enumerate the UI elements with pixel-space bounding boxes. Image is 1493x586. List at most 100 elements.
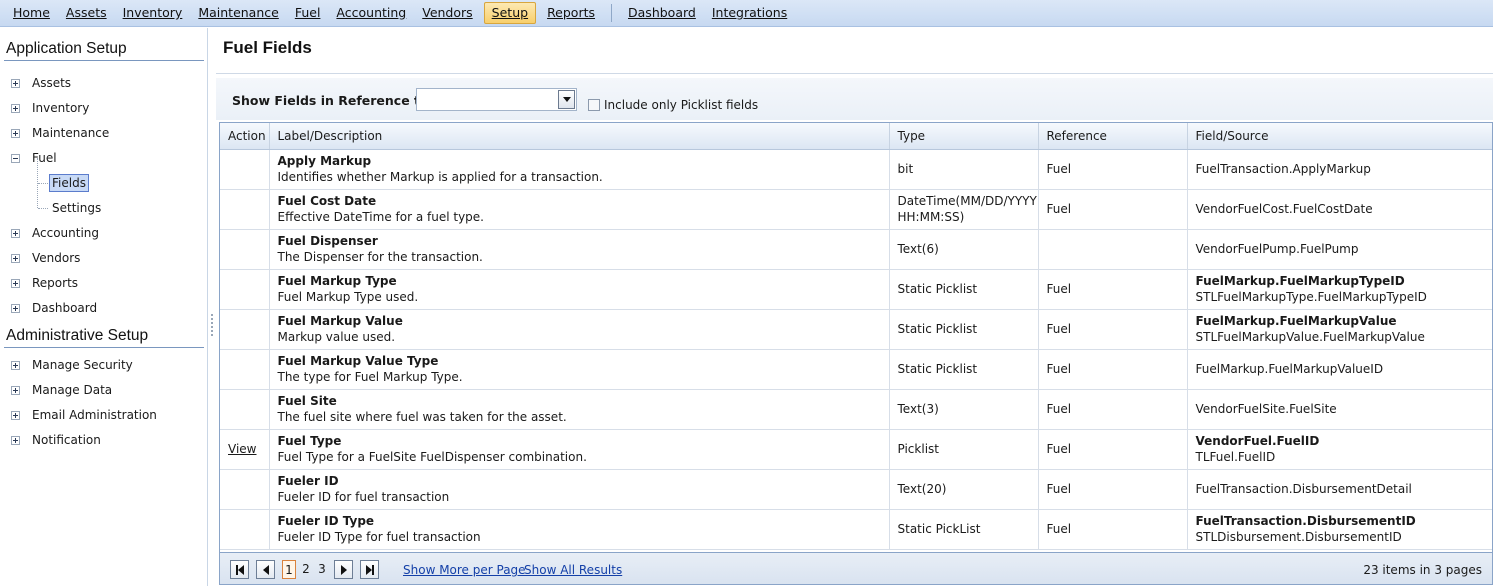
table-row[interactable]: Fuel Dispenser The Dispenser for the tran… bbox=[220, 229, 1492, 270]
expand-icon[interactable] bbox=[11, 360, 20, 370]
tree-item-maintenance[interactable]: Maintenance bbox=[11, 123, 109, 143]
cell-reference: Fuel bbox=[1038, 389, 1188, 430]
cell-action bbox=[220, 149, 270, 190]
tree-item-label: Maintenance bbox=[32, 126, 110, 140]
expand-icon[interactable] bbox=[11, 435, 20, 445]
tree-item-manage-security[interactable]: Manage Security bbox=[11, 355, 133, 375]
cell-reference bbox=[1038, 229, 1188, 270]
main-content: Fuel Fields Show Fields in Reference to:… bbox=[216, 28, 1493, 586]
column-header-field-source[interactable]: Field/Source bbox=[1187, 123, 1492, 150]
cell-type: DateTime(MM/DD/YYYY HH:MM:SS) bbox=[889, 189, 1039, 230]
tree-item-assets[interactable]: Assets bbox=[11, 73, 71, 93]
chevron-down-icon[interactable] bbox=[558, 90, 575, 109]
field-source-primary: FuelTransaction.ApplyMarkup bbox=[1195, 162, 1371, 176]
expand-icon[interactable] bbox=[11, 228, 20, 238]
tree-item-label: Notification bbox=[32, 433, 101, 447]
view-link[interactable]: View bbox=[228, 442, 256, 456]
menu-item-vendors[interactable]: Vendors bbox=[414, 2, 480, 24]
last-page-icon bbox=[371, 564, 374, 575]
cell-type: Text(6) bbox=[889, 229, 1039, 270]
cell-label-description: Fuel Site The fuel site where fuel was ta… bbox=[269, 389, 890, 430]
menu-item-inventory[interactable]: Inventory bbox=[115, 2, 191, 24]
table-row[interactable]: Fuel Cost Date Effective DateTime for a f… bbox=[220, 189, 1492, 230]
tree-item-fuel[interactable]: Fuel bbox=[11, 148, 57, 168]
page-number-1[interactable]: 1 bbox=[282, 560, 296, 579]
tree-item-accounting[interactable]: Accounting bbox=[11, 223, 99, 243]
field-label: Fuel Markup Value Type bbox=[277, 354, 439, 368]
picklist-only-checkbox[interactable] bbox=[588, 99, 600, 111]
field-source-primary: VendorFuelPump.FuelPump bbox=[1195, 242, 1359, 256]
table-row[interactable]: View Fuel Type Fuel Type for a FuelSite Fu… bbox=[220, 429, 1492, 470]
column-header-reference[interactable]: Reference bbox=[1038, 123, 1188, 150]
last-page-button[interactable] bbox=[360, 560, 379, 579]
menu-item-dashboard[interactable]: Dashboard bbox=[620, 2, 704, 24]
cell-action bbox=[220, 469, 270, 510]
expand-icon[interactable] bbox=[11, 253, 20, 263]
field-label: Apply Markup bbox=[277, 154, 372, 168]
table-row[interactable]: Fuel Markup Type Fuel Markup Type used. St… bbox=[220, 269, 1492, 310]
picklist-only-label[interactable]: Include only Picklist fields bbox=[604, 98, 758, 112]
table-row[interactable]: Fuel Markup Value Type The type for Fuel … bbox=[220, 349, 1492, 390]
grid-body: Apply Markup Identifies whether Markup is… bbox=[220, 149, 1492, 550]
field-description: The type for Fuel Markup Type. bbox=[277, 370, 463, 384]
expand-icon[interactable] bbox=[11, 78, 20, 88]
column-header-type[interactable]: Type bbox=[889, 123, 1039, 150]
expand-icon[interactable] bbox=[11, 410, 20, 420]
tree-connector bbox=[38, 183, 48, 184]
tree-item-manage-data[interactable]: Manage Data bbox=[11, 380, 112, 400]
menu-item-home[interactable]: Home bbox=[5, 2, 58, 24]
tree-item-dashboard[interactable]: Dashboard bbox=[11, 298, 97, 318]
page-title: Fuel Fields bbox=[223, 38, 312, 57]
table-row[interactable]: Apply Markup Identifies whether Markup is… bbox=[220, 149, 1492, 190]
show-all-results-link[interactable]: Show All Results bbox=[524, 563, 622, 577]
table-row[interactable]: Fueler ID Fueler ID for fuel transaction T… bbox=[220, 469, 1492, 510]
table-row[interactable]: Fuel Site The fuel site where fuel was ta… bbox=[220, 389, 1492, 430]
page-number-3[interactable]: 3 bbox=[315, 560, 329, 579]
cell-field-source: FuelTransaction.DisbursementID STLDisburs… bbox=[1187, 509, 1492, 550]
tree-item-label: Settings bbox=[52, 201, 102, 215]
expand-icon[interactable] bbox=[11, 303, 20, 313]
reference-filter-select[interactable] bbox=[416, 88, 577, 111]
cell-type: Picklist bbox=[889, 429, 1039, 470]
expand-icon[interactable] bbox=[11, 103, 20, 113]
cell-label-description: Fueler ID Fueler ID for fuel transaction bbox=[269, 469, 890, 510]
left-navigation-panel: Application Setup Assets Inventory Maint… bbox=[0, 28, 208, 586]
column-header-label[interactable]: Label/Description bbox=[269, 123, 890, 150]
expand-icon[interactable] bbox=[11, 385, 20, 395]
table-row[interactable]: Fueler ID Type Fueler ID Type for fuel tr… bbox=[220, 509, 1492, 550]
menu-item-maintenance[interactable]: Maintenance bbox=[190, 2, 287, 24]
tree-item-settings[interactable]: Settings bbox=[52, 198, 101, 218]
menu-item-fuel[interactable]: Fuel bbox=[287, 2, 329, 24]
field-description: Identifies whether Markup is applied for… bbox=[277, 170, 603, 184]
tree-item-notification[interactable]: Notification bbox=[11, 430, 101, 450]
splitter-handle[interactable] bbox=[211, 314, 214, 336]
prev-page-button[interactable] bbox=[256, 560, 275, 579]
tree-item-vendors[interactable]: Vendors bbox=[11, 248, 80, 268]
next-page-button[interactable] bbox=[334, 560, 353, 579]
tree-item-email-administration[interactable]: Email Administration bbox=[11, 405, 157, 425]
cell-label-description: Fuel Markup Value Type The type for Fuel … bbox=[269, 349, 890, 390]
menu-item-accounting[interactable]: Accounting bbox=[328, 2, 414, 24]
application-setup-heading: Application Setup bbox=[6, 40, 127, 57]
tree-item-inventory[interactable]: Inventory bbox=[11, 98, 89, 118]
expand-icon[interactable] bbox=[11, 128, 20, 138]
cell-type: Text(20) bbox=[889, 469, 1039, 510]
tree-item-fields[interactable]: Fields bbox=[49, 173, 89, 193]
tree-item-reports[interactable]: Reports bbox=[11, 273, 78, 293]
menu-item-reports[interactable]: Reports bbox=[539, 2, 603, 24]
first-page-button[interactable] bbox=[230, 560, 249, 579]
column-header-action[interactable]: Action bbox=[220, 123, 270, 150]
field-source-primary: FuelTransaction.DisbursementDetail bbox=[1195, 482, 1412, 496]
pager-info: 23 items in 3 pages bbox=[1363, 563, 1482, 577]
collapse-icon[interactable] bbox=[11, 153, 20, 163]
page-number-2[interactable]: 2 bbox=[299, 560, 313, 579]
field-source-secondary: STLFuelMarkupType.FuelMarkupTypeID bbox=[1195, 290, 1427, 304]
menu-item-setup[interactable]: Setup bbox=[483, 2, 537, 24]
menu-item-integrations[interactable]: Integrations bbox=[704, 2, 795, 24]
cell-label-description: Fueler ID Type Fueler ID Type for fuel tr… bbox=[269, 509, 890, 550]
cell-type: Static PickList bbox=[889, 509, 1039, 550]
menu-item-assets[interactable]: Assets bbox=[58, 2, 115, 24]
expand-icon[interactable] bbox=[11, 278, 20, 288]
table-row[interactable]: Fuel Markup Value Markup value used. Stati… bbox=[220, 309, 1492, 350]
show-more-per-page-link[interactable]: Show More per Page bbox=[403, 563, 526, 577]
